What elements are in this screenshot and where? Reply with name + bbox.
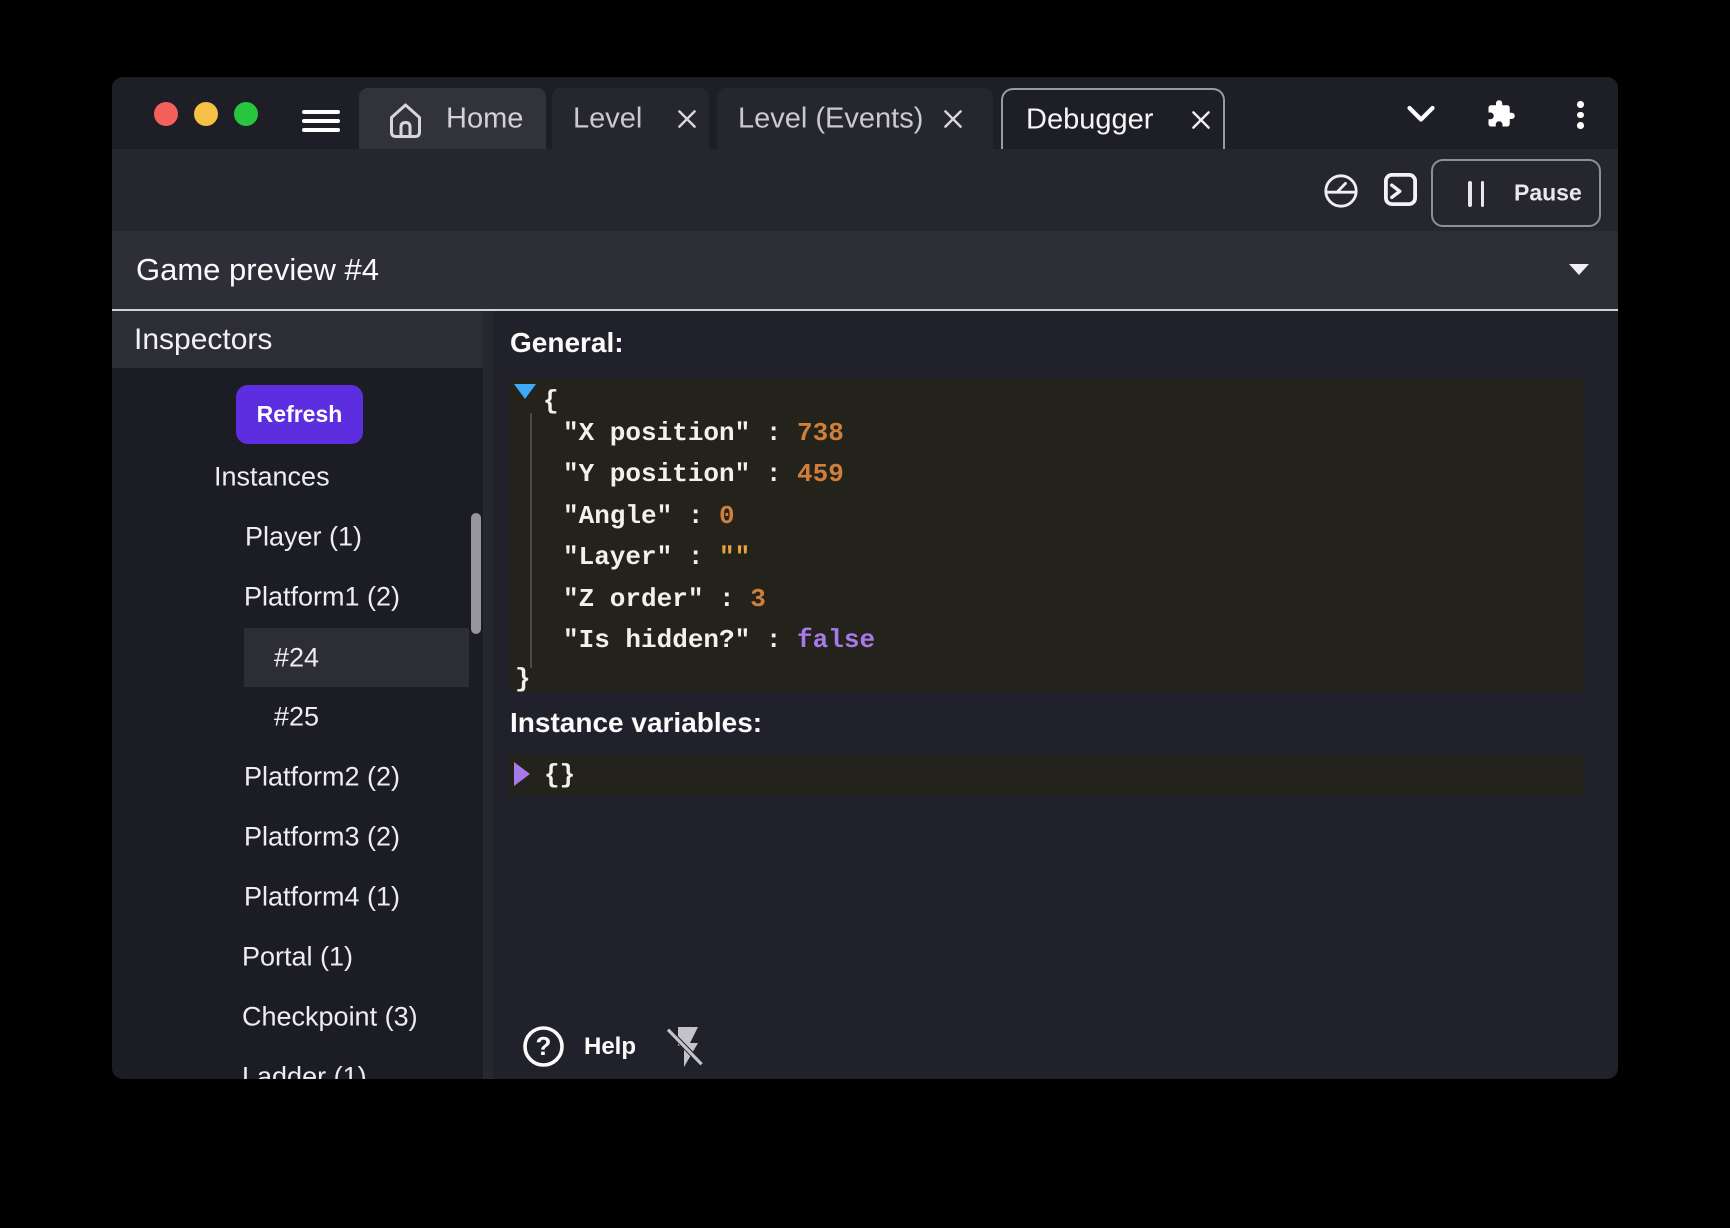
- svg-text:?: ?: [536, 1031, 552, 1061]
